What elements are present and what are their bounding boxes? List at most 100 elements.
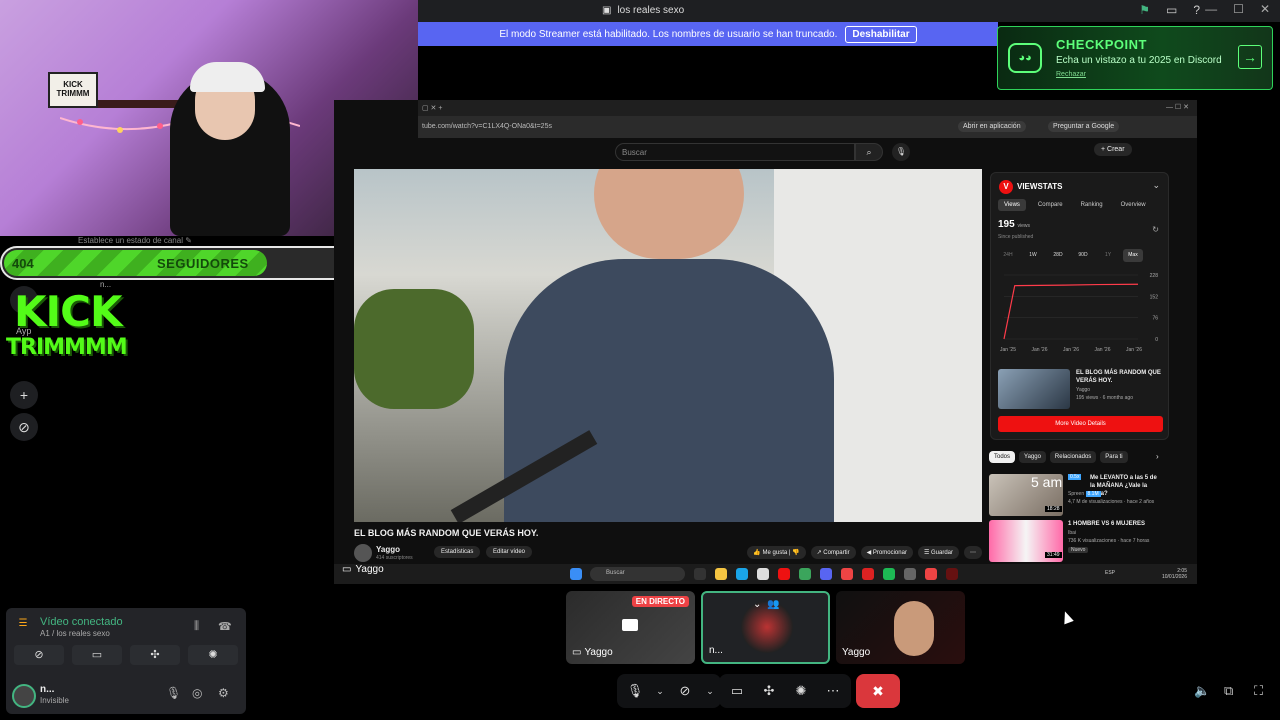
range-max[interactable]: Max (1123, 249, 1143, 262)
followers-label: SEGUIDORES (157, 256, 249, 271)
popout-icon[interactable]: ⧉ (1224, 683, 1233, 699)
participant-tile[interactable]: ⌄ 👥 n... (701, 591, 830, 664)
open-in-app-button[interactable]: Abrir en aplicación (958, 121, 1026, 132)
inbox-icon[interactable]: ▭ (1166, 3, 1177, 17)
soundboard-button[interactable]: ✺ (188, 645, 238, 665)
participant-tile[interactable]: Yaggo (836, 591, 965, 664)
search-icon[interactable]: ⌕ (855, 143, 883, 161)
arrow-right-icon[interactable]: → (1238, 45, 1262, 69)
obs-icon[interactable] (946, 568, 958, 580)
noise-suppression-icon[interactable]: ⫼ (194, 620, 199, 633)
more-options-icon[interactable]: ⋯ (821, 679, 845, 703)
w-app-icon[interactable] (862, 568, 874, 580)
chrome-icon[interactable] (841, 568, 853, 580)
chevron-down-icon[interactable]: ⌄ (753, 599, 761, 610)
disable-streamer-button[interactable]: Deshabilitar (845, 25, 917, 43)
system-clock[interactable]: 2:05 10/01/2026 (1162, 568, 1187, 580)
activities-button[interactable]: ✣ (130, 645, 180, 665)
keyboard-language[interactable]: ESP (1105, 570, 1115, 576)
stats-button[interactable]: Estadísticas (434, 546, 481, 558)
chevron-down-icon[interactable]: ⌄ (705, 679, 715, 703)
username[interactable]: n... (40, 684, 54, 695)
browser-window-controls[interactable]: — ☐ ✕ (1166, 103, 1189, 111)
browser-tab[interactable]: ▢ ✕ + (422, 104, 442, 112)
channel-status-hint[interactable]: Establece un estado de canal ✎ (78, 236, 192, 245)
flag-icon[interactable]: ⚑ (1139, 3, 1150, 17)
app-icon[interactable] (799, 568, 811, 580)
leave-call-button[interactable]: ✖ (856, 674, 900, 708)
volume-icon[interactable]: 🔈 (1194, 683, 1210, 699)
channel-avatar[interactable] (354, 544, 372, 562)
windows-start-icon[interactable] (570, 568, 582, 580)
range-28d[interactable]: 28D (1048, 249, 1068, 262)
voice-status-channel[interactable]: A1 / los reales sexo (40, 629, 110, 638)
minimize-button[interactable]: — (1205, 2, 1217, 16)
store-icon[interactable] (757, 568, 769, 580)
microphone-icon[interactable]: 🎙 (166, 686, 181, 700)
avatar[interactable] (12, 684, 36, 708)
screen-share-icon[interactable]: ▭ (725, 679, 749, 703)
headphones-icon[interactable]: ◎ (192, 686, 202, 700)
camera-off-button[interactable]: ⊘ (14, 645, 64, 665)
edge-icon[interactable] (736, 568, 748, 580)
taskbar-search[interactable]: Buscar (590, 567, 685, 581)
screen-share-button[interactable]: ▭ (72, 645, 122, 665)
help-icon[interactable]: ? (1193, 3, 1200, 17)
disconnect-icon[interactable]: ☎ (218, 620, 232, 633)
checkpoint-dismiss-link[interactable]: Rechazar (1056, 71, 1086, 78)
activities-icon[interactable]: ✣ (757, 679, 781, 703)
video-player[interactable] (354, 169, 982, 522)
range-1y[interactable]: 1Y (1098, 249, 1118, 262)
range-90d[interactable]: 90D (1073, 249, 1093, 262)
checkpoint-banner[interactable]: ◕◕ CHECKPOINT Echa un vistazo a tu 2025 … (997, 26, 1273, 90)
camera-off-icon[interactable]: ⊘ (673, 679, 697, 703)
list-item[interactable]: 5 am 18:28 0.5x Me LEVANTO a las 5 de la… (989, 474, 1174, 516)
chip-todos[interactable]: Todos (989, 451, 1016, 463)
tab-views[interactable]: Views (998, 199, 1026, 211)
chip-para-ti[interactable]: Para ti (1100, 451, 1128, 463)
chip-yaggo[interactable]: Yaggo (1019, 451, 1046, 463)
discord-icon[interactable] (820, 568, 832, 580)
voice-search-icon[interactable]: 🎙 (892, 143, 910, 161)
close-button[interactable]: ✕ (1260, 2, 1270, 16)
streamer-mode-message: El modo Streamer está habilitado. Los no… (499, 28, 838, 40)
tab-overview[interactable]: Overview (1115, 199, 1152, 211)
save-button[interactable]: ☰ Guardar (917, 546, 959, 559)
microphone-icon[interactable]: 🎙 (623, 679, 647, 703)
chevron-down-icon[interactable]: ⌄ (1152, 180, 1160, 191)
channel-name[interactable]: Yaggo (376, 545, 400, 554)
like-button[interactable]: 👍 Me gusta | 👎 (747, 546, 806, 559)
add-server-icon[interactable]: + (10, 381, 38, 409)
discover-compass-icon[interactable]: ⊘ (10, 413, 38, 441)
spotify-icon[interactable] (883, 568, 895, 580)
task-view-icon[interactable] (694, 568, 706, 580)
ask-google-button[interactable]: Preguntar a Google (1048, 121, 1120, 132)
range-1w[interactable]: 1W (1023, 249, 1043, 262)
chrome-icon-2[interactable] (925, 568, 937, 580)
share-button[interactable]: ↗ Compartir (810, 546, 856, 559)
youtube-icon[interactable] (778, 568, 790, 580)
list-item[interactable]: 31:49 1 HOMBRE VS 6 MUJERES Ibai 736 K v… (989, 520, 1174, 562)
youtube-search-input[interactable]: Buscar (615, 143, 855, 161)
create-button[interactable]: + Crear (1094, 143, 1132, 156)
chevron-right-icon[interactable]: › (1156, 452, 1159, 461)
tab-ranking[interactable]: Ranking (1075, 199, 1109, 211)
more-video-details-button[interactable]: More Video Details (998, 416, 1163, 432)
url-field[interactable]: tube.com/watch?v=C1LX4Q-ONa0&t=25s (422, 123, 552, 130)
refresh-icon[interactable]: ↻ (1152, 225, 1159, 234)
tab-compare[interactable]: Compare (1032, 199, 1069, 211)
promote-button[interactable]: ◀ Promocionar (860, 546, 913, 559)
soundboard-icon[interactable]: ✺ (789, 679, 813, 703)
edit-video-button[interactable]: Editar vídeo (486, 546, 533, 558)
settings-icon[interactable] (904, 568, 916, 580)
range-24h[interactable]: 24H (998, 249, 1018, 262)
folder-icon[interactable] (715, 568, 727, 580)
participant-tile[interactable]: EN DIRECTO ▭ Yaggo (566, 591, 695, 664)
fullscreen-icon[interactable]: ⛶ (1254, 683, 1263, 699)
more-options-icon[interactable]: ⋯ (964, 546, 982, 559)
maximize-button[interactable]: ☐ (1233, 2, 1244, 16)
gear-icon[interactable]: ⚙ (218, 686, 229, 700)
window-title-text: los reales sexo (617, 5, 685, 16)
chip-relacionados[interactable]: Relacionados (1049, 451, 1097, 463)
chevron-down-icon[interactable]: ⌄ (655, 679, 665, 703)
